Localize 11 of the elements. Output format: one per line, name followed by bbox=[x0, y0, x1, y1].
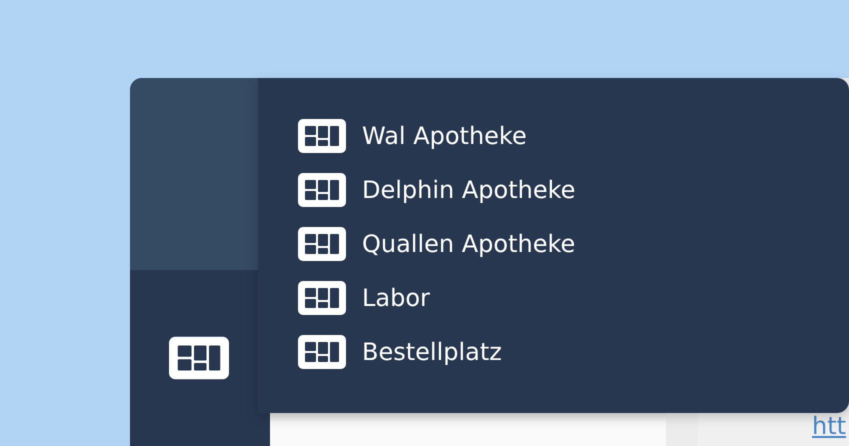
layout-icon bbox=[298, 281, 346, 315]
layout-icon bbox=[298, 227, 346, 261]
menu-item[interactable]: Labor bbox=[298, 278, 430, 318]
layout-icon bbox=[298, 173, 346, 207]
menu-item[interactable]: Bestellplatz bbox=[298, 332, 502, 372]
layout-icon bbox=[298, 119, 346, 153]
menu-item[interactable]: Quallen Apotheke bbox=[298, 224, 576, 264]
menu-item[interactable]: Wal Apotheke bbox=[298, 116, 527, 156]
layout-icon bbox=[298, 335, 346, 369]
menu-item[interactable]: Delphin Apotheke bbox=[298, 170, 576, 210]
layout-icon bbox=[169, 334, 229, 382]
